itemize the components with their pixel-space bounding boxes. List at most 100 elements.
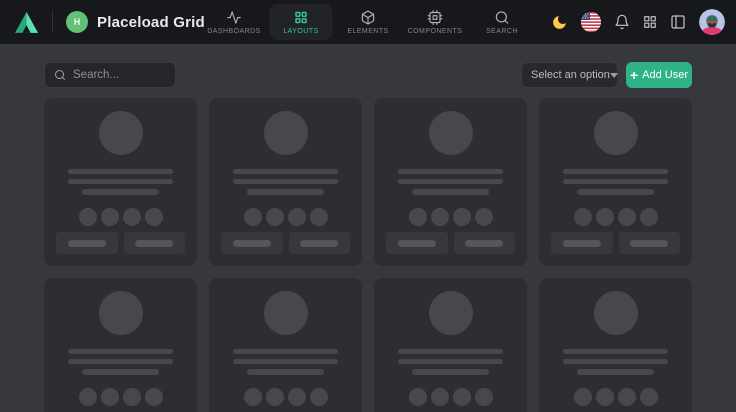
placeholder-button bbox=[124, 232, 186, 254]
nav-item-elements[interactable]: ELEMENTS bbox=[337, 4, 400, 40]
placeholder-button-bar bbox=[300, 240, 338, 247]
placeholder-avatar bbox=[594, 111, 638, 155]
notifications-button[interactable] bbox=[614, 14, 630, 30]
placeholder-card bbox=[374, 278, 527, 412]
placeholder-line bbox=[82, 369, 159, 375]
placeholder-button-bar bbox=[233, 240, 271, 247]
placeholder-dot bbox=[596, 388, 614, 406]
nav-item-components[interactable]: COMPONENTS bbox=[404, 4, 467, 40]
placeholder-dot bbox=[244, 208, 262, 226]
card-grid bbox=[44, 98, 692, 412]
placeholder-button-bar bbox=[135, 240, 173, 247]
placeholder-avatar bbox=[594, 291, 638, 335]
add-user-label: Add User bbox=[642, 69, 688, 81]
placeholder-dot bbox=[310, 388, 328, 406]
placeholder-button-bar bbox=[68, 240, 106, 247]
add-user-button[interactable]: + Add User bbox=[626, 62, 692, 88]
search-input[interactable] bbox=[73, 69, 166, 81]
chevron-down-icon bbox=[610, 73, 618, 78]
us-flag-icon bbox=[581, 12, 601, 32]
placeholder-card bbox=[539, 98, 692, 266]
brand-avatar: H bbox=[66, 11, 88, 33]
placeholder-line bbox=[233, 349, 337, 354]
placeholder-button bbox=[551, 232, 613, 254]
placeholder-dot bbox=[453, 388, 471, 406]
content-area: Select an option + Add User bbox=[0, 44, 736, 412]
filter-select[interactable]: Select an option bbox=[521, 62, 618, 88]
placeholder-line bbox=[563, 359, 667, 364]
placeholder-dot bbox=[574, 208, 592, 226]
placeholder-dot bbox=[101, 208, 119, 226]
dark-mode-toggle[interactable] bbox=[551, 14, 568, 31]
placeholder-dots bbox=[79, 208, 163, 226]
placeholder-line bbox=[247, 189, 324, 195]
placeholder-line bbox=[577, 369, 654, 375]
placeholder-line bbox=[68, 179, 172, 184]
placeholder-button bbox=[221, 232, 283, 254]
grid-icon bbox=[294, 10, 309, 25]
placeholder-buttons bbox=[551, 232, 680, 254]
nav-item-search[interactable]: SEARCH bbox=[471, 4, 534, 40]
search-box bbox=[44, 62, 176, 88]
placeholder-avatar bbox=[429, 111, 473, 155]
placeholder-card bbox=[374, 98, 527, 266]
placeholder-card bbox=[539, 278, 692, 412]
placeholder-avatar bbox=[99, 291, 143, 335]
placeholder-dot bbox=[79, 388, 97, 406]
placeholder-line bbox=[563, 179, 667, 184]
placeholder-dot bbox=[288, 388, 306, 406]
placeholder-avatar bbox=[99, 111, 143, 155]
placeholder-avatar bbox=[264, 291, 308, 335]
placeholder-dot bbox=[618, 388, 636, 406]
placeholder-card bbox=[44, 278, 197, 412]
search-icon bbox=[54, 69, 66, 81]
placeholder-line bbox=[412, 189, 489, 195]
placeholder-dots bbox=[244, 208, 328, 226]
placeholder-line bbox=[68, 359, 172, 364]
placeholder-dot bbox=[409, 388, 427, 406]
placeholder-button-bar bbox=[563, 240, 601, 247]
placeholder-dot bbox=[431, 388, 449, 406]
nav-item-layouts[interactable]: LAYOUTS bbox=[270, 4, 333, 40]
sidebar-toggle-button[interactable] bbox=[670, 14, 686, 30]
app-logo-icon[interactable] bbox=[14, 11, 39, 34]
placeholder-dot bbox=[79, 208, 97, 226]
placeholder-line bbox=[563, 349, 667, 354]
placeholder-button-bar bbox=[398, 240, 436, 247]
cpu-icon bbox=[428, 10, 443, 25]
nav-label: ELEMENTS bbox=[347, 28, 388, 35]
cube-icon bbox=[361, 10, 376, 25]
placeholder-dot bbox=[145, 208, 163, 226]
apps-menu-button[interactable] bbox=[643, 15, 657, 29]
placeholder-dot bbox=[101, 388, 119, 406]
placeholder-dots bbox=[574, 208, 658, 226]
search-icon bbox=[495, 10, 510, 25]
nav-label: DASHBOARDS bbox=[207, 28, 261, 35]
placeholder-dot bbox=[574, 388, 592, 406]
placeholder-dots bbox=[574, 388, 658, 406]
user-avatar[interactable] bbox=[699, 9, 725, 35]
placeholder-line bbox=[398, 349, 502, 354]
plus-icon: + bbox=[630, 68, 638, 82]
placeholder-line bbox=[247, 369, 324, 375]
placeholder-line bbox=[398, 359, 502, 364]
placeholder-dot bbox=[431, 208, 449, 226]
placeholder-line bbox=[577, 189, 654, 195]
placeholder-button bbox=[454, 232, 516, 254]
placeholder-button bbox=[289, 232, 351, 254]
nav-item-dashboards[interactable]: DASHBOARDS bbox=[203, 4, 266, 40]
placeholder-card bbox=[209, 98, 362, 266]
placeholder-card bbox=[44, 98, 197, 266]
placeholder-button bbox=[56, 232, 118, 254]
nav-label: LAYOUTS bbox=[283, 28, 318, 35]
placeholder-line bbox=[68, 169, 172, 174]
placeholder-dot bbox=[409, 208, 427, 226]
placeholder-buttons bbox=[56, 232, 185, 254]
nav-label: SEARCH bbox=[486, 28, 518, 35]
page-title: Placeload Grid bbox=[97, 14, 205, 31]
placeholder-line bbox=[68, 349, 172, 354]
language-flag-button[interactable] bbox=[581, 12, 601, 32]
placeholder-line bbox=[233, 169, 337, 174]
placeholder-dot bbox=[596, 208, 614, 226]
placeholder-dot bbox=[475, 208, 493, 226]
